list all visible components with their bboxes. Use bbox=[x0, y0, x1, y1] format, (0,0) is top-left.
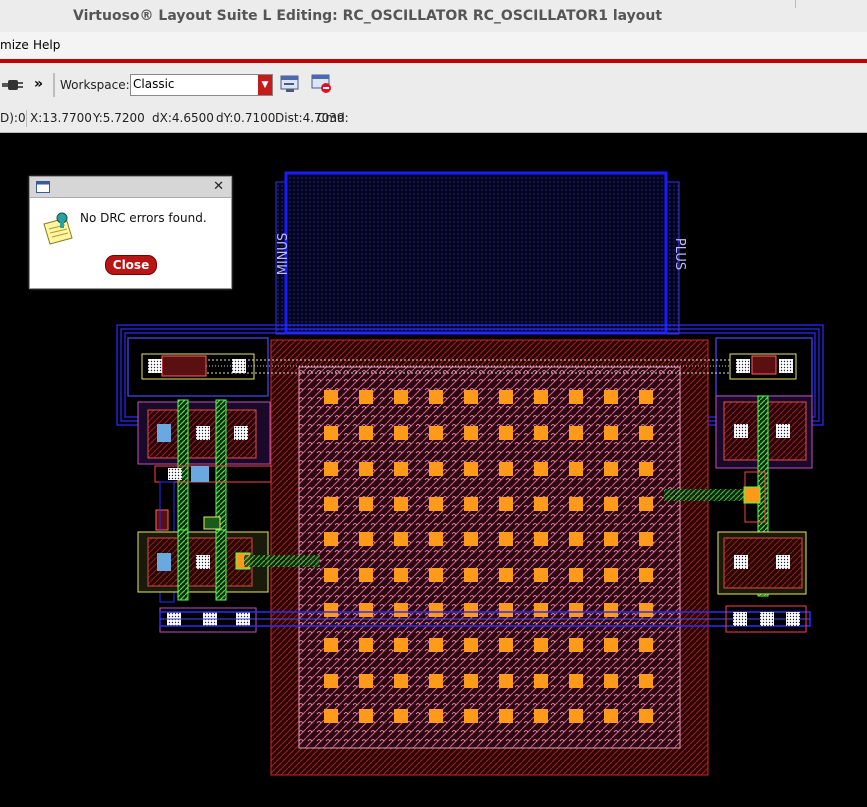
close-button[interactable]: Close bbox=[105, 255, 157, 275]
left-transistors[interactable] bbox=[137, 399, 272, 633]
menu-item-optimize[interactable]: mize bbox=[0, 38, 29, 52]
status-dx: dX:4.6500 bbox=[152, 111, 214, 125]
capacitor-bottom-plate[interactable] bbox=[270, 339, 709, 776]
right-transistors[interactable] bbox=[715, 395, 813, 633]
coordinate-statusbar: D):0 X:13.7700 Y:5.7200 dX:4.6500 dY:0.7… bbox=[0, 105, 867, 133]
capacitor-top-plate[interactable]: MINUS PLUS bbox=[275, 171, 687, 335]
window-titlebar: Virtuoso® Layout Suite L Editing: RC_OSC… bbox=[0, 0, 867, 33]
workspace-select[interactable]: Classic ▼ bbox=[130, 74, 273, 96]
toolbar-separator bbox=[53, 73, 55, 97]
plug-icon[interactable] bbox=[2, 77, 24, 93]
status-y: Y:5.7200 bbox=[93, 111, 145, 125]
workspace-label: Workspace: bbox=[60, 78, 130, 92]
dialog-message: No DRC errors found. bbox=[80, 211, 207, 225]
close-icon[interactable]: ✕ bbox=[213, 179, 224, 194]
titlebar-divider bbox=[795, 0, 796, 8]
menu-item-help[interactable]: Help bbox=[33, 38, 60, 52]
info-notepad-icon bbox=[43, 212, 73, 245]
status-dy: dY:0.7100 bbox=[216, 111, 276, 125]
toolbar-overflow-button[interactable]: » bbox=[34, 76, 43, 92]
window-icon bbox=[36, 181, 50, 193]
pin-label-plus: PLUS bbox=[672, 238, 687, 270]
save-workspace-icon[interactable] bbox=[280, 75, 300, 93]
delete-workspace-icon[interactable] bbox=[311, 74, 333, 94]
toolbar: » Workspace: Classic ▼ bbox=[0, 63, 867, 106]
status-mode: D):0 bbox=[0, 111, 26, 125]
drc-result-dialog: ✕ No DRC errors found. Close bbox=[29, 176, 232, 289]
window-title: Virtuoso® Layout Suite L Editing: RC_OSC… bbox=[73, 8, 663, 24]
workspace-select-value: Classic bbox=[133, 77, 175, 91]
status-x: X:13.7700 bbox=[30, 111, 92, 125]
pin-label-minus: MINUS bbox=[276, 233, 291, 276]
chevron-down-icon[interactable]: ▼ bbox=[258, 75, 272, 95]
dialog-titlebar[interactable]: ✕ bbox=[30, 177, 231, 198]
status-cmd: Cmd: bbox=[317, 111, 349, 125]
menubar: mize Help bbox=[0, 32, 867, 60]
status-separator bbox=[26, 110, 27, 127]
